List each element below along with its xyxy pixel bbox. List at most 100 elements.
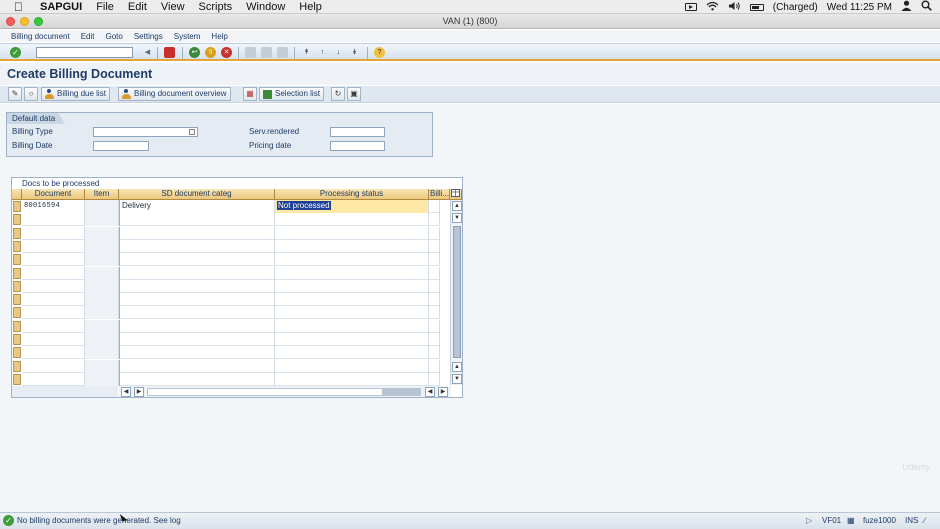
cell-document[interactable]: 80016594: [22, 200, 85, 213]
apple-icon[interactable]: : [14, 0, 30, 14]
pricing-date-field[interactable]: [330, 141, 385, 151]
scroll-right-end-icon[interactable]: ▶: [438, 387, 448, 397]
row-selector[interactable]: [13, 347, 21, 359]
cell-billing[interactable]: [429, 253, 440, 267]
edit-pencil-icon[interactable]: ✎: [8, 87, 22, 101]
table-row[interactable]: 80016594 Delivery Not processed: [22, 200, 440, 213]
resize-grip-icon[interactable]: ∕: [924, 516, 925, 525]
scroll-up-top-icon[interactable]: ▲: [452, 201, 462, 211]
column-header-processing-status[interactable]: Processing status: [275, 189, 429, 200]
billing-due-list-button[interactable]: Billing due list: [41, 87, 110, 101]
battery-icon[interactable]: [749, 3, 764, 11]
cell-document[interactable]: [22, 239, 85, 253]
column-header-item[interactable]: Item: [85, 189, 119, 200]
cell-sd-document-categ[interactable]: Delivery: [119, 200, 275, 213]
cell-item[interactable]: [85, 359, 119, 373]
window-minimize-button[interactable]: [20, 17, 29, 26]
row-selector[interactable]: [13, 240, 21, 252]
table-row[interactable]: [22, 279, 440, 293]
cell-sd-document-categ[interactable]: [119, 213, 275, 227]
billing-document-overview-button[interactable]: Billing document overview: [118, 87, 231, 101]
cell-sd-document-categ[interactable]: [119, 306, 275, 320]
cell-sd-document-categ[interactable]: [119, 239, 275, 253]
row-selector[interactable]: [13, 360, 21, 372]
sap-menu-billing-document[interactable]: Billing document: [11, 32, 70, 41]
save-icon[interactable]: [164, 47, 175, 58]
cell-processing-status[interactable]: [275, 346, 429, 360]
sap-menu-system[interactable]: System: [174, 32, 201, 41]
cell-billing[interactable]: [429, 372, 440, 386]
horizontal-scroll-track[interactable]: [147, 388, 421, 396]
cell-processing-status[interactable]: [275, 279, 429, 293]
cell-document[interactable]: [22, 333, 85, 346]
cell-billing[interactable]: [429, 346, 440, 360]
row-selector[interactable]: [13, 294, 21, 306]
table-settings-icon[interactable]: [450, 189, 462, 200]
find-icon[interactable]: [261, 47, 272, 58]
cell-item[interactable]: [85, 372, 119, 386]
cell-document[interactable]: [22, 306, 85, 320]
cell-processing-status[interactable]: [275, 333, 429, 346]
selection-list-button[interactable]: Selection list: [259, 87, 324, 101]
cell-document[interactable]: [22, 226, 85, 240]
table-row[interactable]: [22, 293, 440, 307]
cell-document[interactable]: [22, 293, 85, 307]
cell-sd-document-categ[interactable]: [119, 319, 275, 333]
help-icon[interactable]: ?: [374, 47, 385, 58]
table-row[interactable]: [22, 266, 440, 280]
cell-billing[interactable]: [429, 213, 440, 227]
cell-billing[interactable]: [429, 319, 440, 333]
table-row[interactable]: [22, 372, 440, 386]
cell-processing-status[interactable]: [275, 319, 429, 333]
table-row[interactable]: [22, 319, 440, 333]
window-close-button[interactable]: [6, 17, 15, 26]
cell-sd-document-categ[interactable]: [119, 372, 275, 386]
cell-item[interactable]: [85, 346, 119, 360]
cell-billing[interactable]: [429, 279, 440, 293]
cell-processing-status[interactable]: [275, 253, 429, 267]
menu-app-name[interactable]: SAPGUI: [40, 1, 82, 13]
menu-file[interactable]: File: [96, 1, 114, 13]
previous-page-icon[interactable]: ↑: [317, 47, 328, 58]
sap-menu-edit[interactable]: Edit: [81, 32, 95, 41]
cell-billing[interactable]: [429, 266, 440, 280]
cell-processing-status[interactable]: [275, 213, 429, 227]
cell-document[interactable]: [22, 372, 85, 386]
row-selector[interactable]: [13, 201, 21, 212]
column-header-sd-document-categ[interactable]: SD document categ: [119, 189, 275, 200]
row-selector[interactable]: [13, 334, 21, 345]
status-info-icon[interactable]: ▦: [847, 516, 855, 525]
status-mode[interactable]: INS: [905, 516, 918, 525]
menu-window[interactable]: Window: [246, 1, 285, 13]
cell-billing[interactable]: [429, 200, 440, 213]
cell-billing[interactable]: [429, 306, 440, 320]
cell-processing-status[interactable]: [275, 359, 429, 373]
status-server[interactable]: fuze1000: [863, 516, 896, 525]
spotlight-search-icon[interactable]: [921, 0, 932, 14]
cell-processing-status[interactable]: [275, 372, 429, 386]
volume-icon[interactable]: [728, 1, 741, 14]
cell-billing[interactable]: [429, 333, 440, 346]
cell-item[interactable]: [85, 200, 119, 213]
cell-document[interactable]: [22, 319, 85, 333]
scroll-down-bottom-icon[interactable]: ▼: [452, 374, 462, 384]
command-field[interactable]: [36, 47, 133, 58]
scroll-left-start-icon[interactable]: ◀: [121, 387, 131, 397]
scroll-down-icon[interactable]: ▲: [452, 362, 462, 372]
table-row[interactable]: [22, 306, 440, 320]
find-next-icon[interactable]: [277, 47, 288, 58]
cell-document[interactable]: [22, 266, 85, 280]
exit-icon[interactable]: ⇧: [205, 47, 216, 58]
scroll-right-icon[interactable]: ◀: [425, 387, 435, 397]
cell-document[interactable]: [22, 213, 85, 227]
back-icon[interactable]: ↩: [189, 47, 200, 58]
cell-item[interactable]: [85, 266, 119, 280]
sap-menu-goto[interactable]: Goto: [106, 32, 123, 41]
menubar-clock[interactable]: Wed 11:25 PM: [827, 2, 892, 13]
row-selector[interactable]: [13, 320, 21, 332]
cell-sd-document-categ[interactable]: [119, 293, 275, 307]
column-header-document[interactable]: Document: [22, 189, 85, 200]
row-selector[interactable]: [13, 307, 21, 319]
cell-item[interactable]: [85, 333, 119, 346]
cancel-icon[interactable]: ✕: [221, 47, 232, 58]
